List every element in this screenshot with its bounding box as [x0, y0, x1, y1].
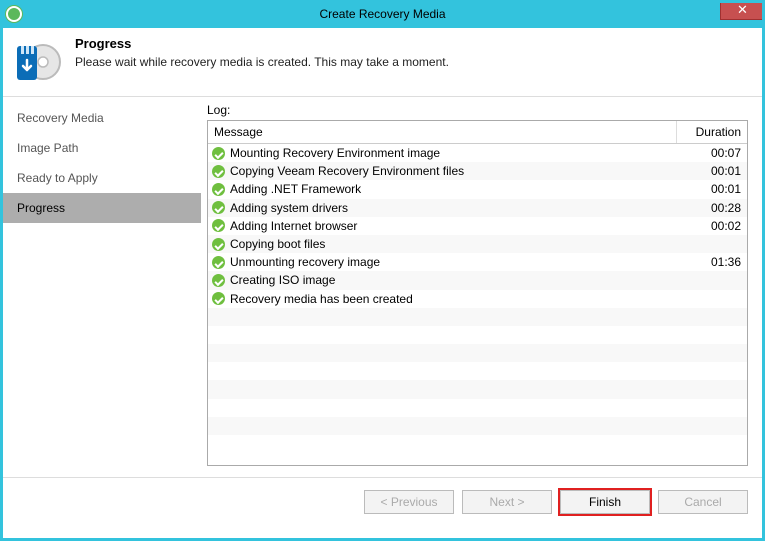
log-row[interactable]: Adding .NET Framework 00:01: [208, 180, 747, 198]
close-button[interactable]: ✕: [720, 0, 765, 20]
header-subtitle: Please wait while recovery media is crea…: [75, 55, 449, 69]
wizard-header: Progress Please wait while recovery medi…: [3, 28, 762, 97]
check-icon: [212, 219, 225, 232]
titlebar: Create Recovery Media ✕: [0, 0, 765, 28]
check-icon: [212, 256, 225, 269]
check-icon: [212, 274, 225, 287]
finish-button[interactable]: Finish: [560, 490, 650, 514]
next-button: Next >: [462, 490, 552, 514]
log-message: Mounting Recovery Environment image: [230, 146, 440, 160]
log-row[interactable]: Copying Veeam Recovery Environment files…: [208, 162, 747, 180]
log-message: Adding .NET Framework: [230, 182, 361, 196]
header-title: Progress: [75, 36, 449, 51]
check-icon: [212, 238, 225, 251]
sidebar-item-ready-to-apply[interactable]: Ready to Apply: [3, 163, 201, 193]
check-icon: [212, 292, 225, 305]
log-row-empty: [208, 362, 747, 380]
log-row-empty: [208, 344, 747, 362]
check-icon: [212, 165, 225, 178]
log-row-empty: [208, 308, 747, 326]
log-row-empty: [208, 399, 747, 417]
log-row-empty: [208, 326, 747, 344]
log-table: Message Duration Mounting Recovery Envir…: [207, 120, 748, 466]
recovery-media-icon: [13, 36, 61, 84]
check-icon: [212, 201, 225, 214]
log-message: Adding Internet browser: [230, 219, 357, 233]
log-row-empty: [208, 380, 747, 398]
log-duration: 00:28: [677, 201, 747, 215]
log-label: Log:: [207, 103, 748, 117]
col-message[interactable]: Message: [208, 121, 677, 143]
log-duration: 00:07: [677, 146, 747, 160]
content: Progress Please wait while recovery medi…: [3, 28, 762, 538]
log-row[interactable]: Adding Internet browser 00:02: [208, 217, 747, 235]
cancel-button: Cancel: [658, 490, 748, 514]
log-row[interactable]: Recovery media has been created: [208, 290, 747, 308]
log-row[interactable]: Unmounting recovery image 01:36: [208, 253, 747, 271]
log-message: Creating ISO image: [230, 273, 335, 287]
window-title: Create Recovery Media: [0, 7, 765, 21]
log-duration: 01:36: [677, 255, 747, 269]
log-message: Recovery media has been created: [230, 292, 413, 306]
sidebar-item-recovery-media[interactable]: Recovery Media: [3, 103, 201, 133]
log-row[interactable]: Adding system drivers 00:28: [208, 199, 747, 217]
check-icon: [212, 147, 225, 160]
wizard-sidebar: Recovery MediaImage PathReady to ApplyPr…: [3, 97, 201, 477]
log-message: Unmounting recovery image: [230, 255, 380, 269]
log-row[interactable]: Copying boot files: [208, 235, 747, 253]
log-duration: 00:01: [677, 164, 747, 178]
wizard-footer: < Previous Next > Finish Cancel: [3, 477, 762, 526]
log-header: Message Duration: [208, 121, 747, 144]
log-duration: 00:01: [677, 182, 747, 196]
previous-button: < Previous: [364, 490, 454, 514]
sidebar-item-progress[interactable]: Progress: [3, 193, 201, 223]
sidebar-item-image-path[interactable]: Image Path: [3, 133, 201, 163]
log-message: Copying boot files: [230, 237, 325, 251]
log-row[interactable]: Mounting Recovery Environment image 00:07: [208, 144, 747, 162]
log-duration: 00:02: [677, 219, 747, 233]
check-icon: [212, 183, 225, 196]
log-row-empty: [208, 417, 747, 435]
log-message: Copying Veeam Recovery Environment files: [230, 164, 464, 178]
log-row-empty: [208, 435, 747, 453]
log-row[interactable]: Creating ISO image: [208, 271, 747, 289]
log-message: Adding system drivers: [230, 201, 348, 215]
col-duration[interactable]: Duration: [677, 121, 747, 143]
